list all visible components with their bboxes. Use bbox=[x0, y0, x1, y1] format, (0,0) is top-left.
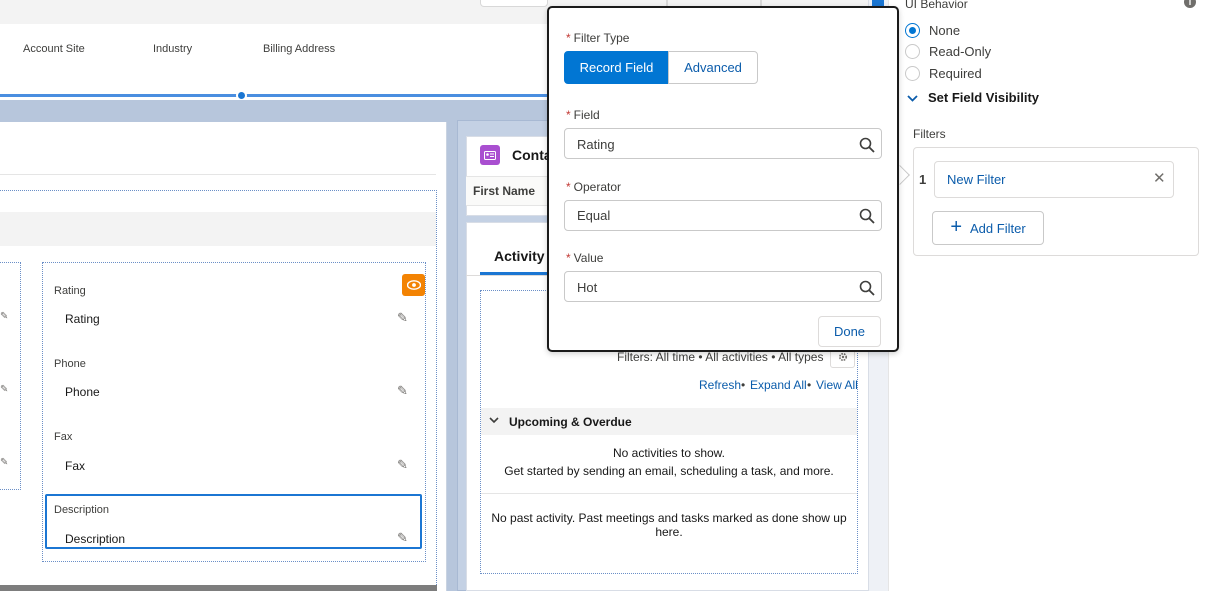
radio-label-none[interactable]: None bbox=[929, 23, 960, 38]
contact-card-icon bbox=[480, 145, 500, 165]
field-label-phone: Phone bbox=[54, 358, 86, 370]
value-combobox-value[interactable]: Hot bbox=[577, 280, 597, 295]
pencil-icon[interactable]: ✎ bbox=[0, 457, 8, 468]
toolbar-button-ghost[interactable] bbox=[480, 0, 548, 7]
value-label: * Value bbox=[566, 251, 603, 265]
required-mark: * bbox=[566, 251, 571, 265]
details-column-left[interactable] bbox=[0, 262, 21, 490]
pencil-icon[interactable]: ✎ bbox=[0, 384, 8, 395]
field-combobox-value[interactable]: Rating bbox=[577, 137, 615, 152]
radio-label-required[interactable]: Required bbox=[929, 66, 982, 81]
required-mark: * bbox=[566, 31, 571, 45]
column-header-first-name[interactable]: First Name bbox=[473, 184, 535, 198]
highlight-field-billing-address[interactable]: Billing Address bbox=[263, 43, 335, 55]
properties-panel bbox=[888, 0, 1211, 591]
add-filter-button[interactable]: + Add Filter bbox=[932, 211, 1044, 245]
add-filter-label: Add Filter bbox=[970, 220, 1026, 236]
set-field-visibility-toggle[interactable]: Set Field Visibility bbox=[928, 90, 1039, 105]
pencil-icon[interactable]: ✎ bbox=[0, 311, 8, 322]
field-value-rating[interactable]: Rating bbox=[65, 312, 100, 326]
filter-pill-label[interactable]: New Filter bbox=[947, 172, 1006, 187]
activity-filters-summary: Filters: All time • All activities • All… bbox=[617, 350, 824, 364]
ui-behavior-label: UI Behavior bbox=[905, 0, 968, 11]
upcoming-overdue-title[interactable]: Upcoming & Overdue bbox=[509, 415, 632, 429]
tab-activity[interactable]: Activity bbox=[494, 248, 545, 264]
value-combobox[interactable] bbox=[564, 271, 882, 302]
close-icon[interactable]: ✕ bbox=[1153, 169, 1166, 187]
highlight-field-account-site[interactable]: Account Site bbox=[23, 43, 85, 55]
done-button[interactable]: Done bbox=[818, 316, 881, 347]
filters-label: Filters bbox=[913, 127, 946, 141]
no-past-activity-text: No past activity. Past meetings and task… bbox=[491, 511, 847, 539]
link-separator: • bbox=[741, 378, 746, 392]
field-value-fax[interactable]: Fax bbox=[65, 459, 85, 473]
field-label-text: Field bbox=[573, 108, 600, 122]
past-activity-divider bbox=[481, 493, 857, 494]
value-label-text: Value bbox=[573, 251, 604, 265]
search-icon[interactable] bbox=[859, 280, 875, 296]
section-header[interactable] bbox=[0, 212, 436, 246]
filter-type-record-field-button[interactable]: Record Field bbox=[564, 51, 669, 84]
operator-label-text: Operator bbox=[573, 180, 622, 194]
card-footer-strip bbox=[0, 585, 437, 591]
field-label-fax: Fax bbox=[54, 431, 73, 443]
chevron-down-icon[interactable] bbox=[907, 91, 918, 105]
radio-required[interactable] bbox=[905, 66, 920, 81]
filter-type-label: * Filter Type bbox=[566, 31, 629, 45]
radio-none[interactable] bbox=[905, 23, 920, 38]
no-activities-text: No activities to show. bbox=[612, 446, 726, 460]
view-all-link[interactable]: View All bbox=[816, 378, 858, 392]
search-icon[interactable] bbox=[859, 208, 875, 224]
visibility-eye-icon[interactable] bbox=[402, 274, 425, 296]
pencil-icon[interactable]: ✎ bbox=[397, 310, 408, 326]
operator-combobox[interactable] bbox=[564, 200, 882, 231]
operator-combobox-value[interactable]: Equal bbox=[577, 208, 610, 223]
get-started-text: Get started by sending an email, schedul… bbox=[504, 464, 834, 478]
required-mark: * bbox=[566, 180, 571, 194]
plus-icon: + bbox=[950, 216, 963, 238]
field-label-rating: Rating bbox=[54, 285, 86, 297]
pencil-icon[interactable]: ✎ bbox=[397, 457, 408, 473]
field-label: * Field bbox=[566, 108, 600, 122]
contacts-title[interactable]: Conta bbox=[512, 147, 552, 163]
search-icon[interactable] bbox=[859, 137, 875, 153]
pencil-icon[interactable]: ✎ bbox=[397, 530, 408, 546]
field-value-phone[interactable]: Phone bbox=[65, 385, 100, 399]
filter-type-advanced-button[interactable]: Advanced bbox=[668, 51, 758, 84]
pencil-icon[interactable]: ✎ bbox=[397, 383, 408, 399]
card-header-divider bbox=[0, 174, 436, 175]
filter-number: 1 bbox=[919, 172, 927, 187]
highlight-field-industry[interactable]: Industry bbox=[153, 43, 192, 55]
radio-label-read-only[interactable]: Read-Only bbox=[929, 44, 991, 59]
required-mark: * bbox=[566, 108, 571, 122]
link-separator: • bbox=[807, 378, 812, 392]
filter-type-label-text: Filter Type bbox=[573, 31, 630, 45]
expand-all-link[interactable]: Expand All bbox=[750, 378, 807, 392]
operator-label: * Operator bbox=[566, 180, 621, 194]
field-label-description: Description bbox=[54, 504, 110, 516]
radio-read-only[interactable] bbox=[905, 44, 920, 59]
chevron-down-icon[interactable] bbox=[489, 413, 499, 427]
refresh-link[interactable]: Refresh bbox=[699, 378, 741, 392]
field-value-description[interactable]: Description bbox=[65, 532, 125, 546]
